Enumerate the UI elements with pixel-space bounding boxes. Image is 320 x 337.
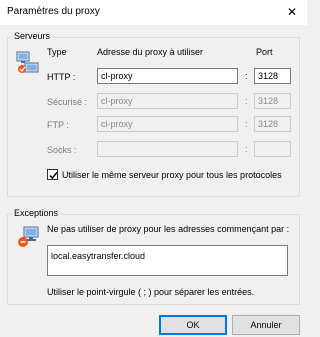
- http-label: HTTP :: [47, 72, 76, 82]
- ftp-port-input[interactable]: 3128: [254, 116, 291, 132]
- exceptions-legend: Exceptions: [12, 208, 61, 218]
- http-address-input[interactable]: cl-proxy: [97, 68, 238, 84]
- same-server-label[interactable]: Utiliser le même serveur proxy pour tous…: [62, 170, 282, 180]
- servers-legend: Serveurs: [12, 31, 53, 41]
- socks-colon: :: [245, 144, 248, 154]
- network-computers-icon: [15, 50, 41, 76]
- ftp-label: FTP :: [47, 120, 69, 130]
- title-bar: Paramètres du proxy ✕: [0, 0, 307, 25]
- secure-port-input[interactable]: 3128: [254, 93, 291, 109]
- socks-port-input[interactable]: [254, 141, 291, 157]
- column-header-port: Port: [256, 47, 273, 57]
- cancel-button[interactable]: Annuler: [232, 315, 300, 335]
- ftp-address-input[interactable]: cl-proxy: [97, 116, 238, 132]
- ftp-colon: :: [245, 119, 248, 129]
- secure-address-input[interactable]: cl-proxy: [97, 93, 238, 109]
- ok-button[interactable]: OK: [159, 315, 227, 335]
- exceptions-hint: Utiliser le point-virgule ( ; ) pour sép…: [47, 287, 255, 297]
- socks-address-input[interactable]: [97, 141, 238, 157]
- close-icon[interactable]: ✕: [283, 3, 301, 21]
- http-port-input[interactable]: 3128: [254, 68, 291, 84]
- exceptions-prompt: Ne pas utiliser de proxy pour les adress…: [47, 224, 290, 234]
- column-header-address: Adresse du proxy à utiliser: [97, 47, 204, 57]
- computer-exceptions-icon: [15, 224, 41, 250]
- same-server-checkbox[interactable]: [47, 169, 58, 180]
- column-header-type: Type: [47, 47, 67, 57]
- secure-label: Sécurisé :: [47, 97, 88, 107]
- secure-colon: :: [245, 96, 248, 106]
- exceptions-textarea[interactable]: local.easytransfer.cloud: [47, 245, 288, 276]
- window-title: Paramètres du proxy: [7, 6, 100, 17]
- checkmark-icon: [49, 172, 58, 180]
- http-colon: :: [245, 71, 248, 81]
- socks-label: Socks :: [47, 145, 77, 155]
